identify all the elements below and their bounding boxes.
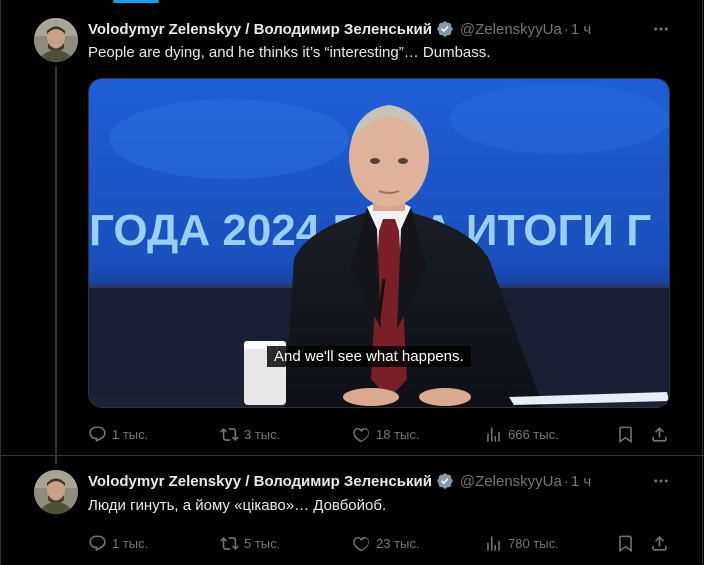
verified-badge-icon (437, 473, 453, 489)
views-button[interactable]: 780 тыс. (484, 531, 559, 555)
views-count: 666 тыс. (508, 426, 559, 442)
like-count: 23 тыс. (376, 535, 420, 551)
avatar[interactable] (34, 470, 78, 514)
like-icon (353, 536, 369, 551)
repost-count: 5 тыс. (244, 535, 281, 551)
author-handle[interactable]: @ZelenskyyUa (460, 473, 562, 490)
reply-button[interactable]: 1 тыс. (88, 531, 148, 555)
share-button[interactable] (650, 531, 669, 555)
bookmark-button[interactable] (616, 422, 635, 446)
views-count: 780 тыс. (508, 535, 559, 551)
verified-badge-icon (437, 21, 453, 37)
repost-button[interactable]: 3 тыс. (220, 422, 280, 446)
active-tab-indicator (113, 0, 159, 3)
tweet-divider (0, 455, 704, 456)
bookmark-icon (619, 426, 632, 443)
more-icon[interactable] (650, 18, 672, 40)
tweet-video[interactable]: ГОДА 2024 ГОДА ИТОГИ Г (88, 78, 670, 408)
tweet-header: Volodymyr Zelenskyy / Володимир Зеленськ… (88, 470, 678, 492)
reply-count: 1 тыс. (112, 426, 149, 442)
tweet-text: People are dying, and he thinks it’s “in… (88, 44, 491, 61)
repost-button[interactable]: 5 тыс. (220, 531, 280, 555)
more-icon[interactable] (650, 470, 672, 492)
repost-icon (220, 427, 239, 441)
video-subtitle: And we'll see what happens. (267, 346, 471, 367)
reply-icon (89, 426, 106, 442)
repost-icon (220, 536, 239, 550)
separator-dot: · (563, 20, 569, 38)
author-handle[interactable]: @ZelenskyyUa (460, 21, 562, 38)
tweet-text: Люди гинуть, а йому «цікаво»… Довбойоб. (88, 497, 387, 514)
share-icon (652, 426, 667, 442)
views-icon (487, 426, 500, 442)
views-icon (487, 535, 500, 551)
frame-border-left (0, 0, 1, 565)
like-count: 18 тыс. (376, 426, 420, 442)
timestamp[interactable]: 1 ч (571, 473, 591, 490)
like-button[interactable]: 23 тыс. (352, 531, 419, 555)
like-icon (353, 427, 369, 442)
frame-border-right (702, 0, 703, 565)
like-button[interactable]: 18 тыс. (352, 422, 419, 446)
thread-connector-line (55, 66, 57, 464)
avatar[interactable] (34, 18, 78, 62)
tweet-header: Volodymyr Zelenskyy / Володимир Зеленськ… (88, 18, 678, 40)
repost-count: 3 тыс. (244, 426, 281, 442)
timestamp[interactable]: 1 ч (571, 21, 591, 38)
author-name[interactable]: Volodymyr Zelenskyy / Володимир Зеленськ… (88, 473, 432, 490)
reply-icon (89, 535, 106, 551)
reply-button[interactable]: 1 тыс. (88, 422, 148, 446)
bookmark-button[interactable] (616, 531, 635, 555)
tweet-actions: 1 тыс. 3 тыс. 18 тыс. 666 тыс. (88, 422, 678, 446)
reply-count: 1 тыс. (112, 535, 149, 551)
separator-dot: · (563, 472, 569, 490)
share-button[interactable] (650, 422, 669, 446)
views-button[interactable]: 666 тыс. (484, 422, 559, 446)
tweet-actions: 1 тыс. 5 тыс. 23 тыс. 780 тыс. (88, 531, 678, 555)
bookmark-icon (619, 535, 632, 552)
share-icon (652, 535, 667, 551)
author-name[interactable]: Volodymyr Zelenskyy / Володимир Зеленськ… (88, 21, 432, 38)
